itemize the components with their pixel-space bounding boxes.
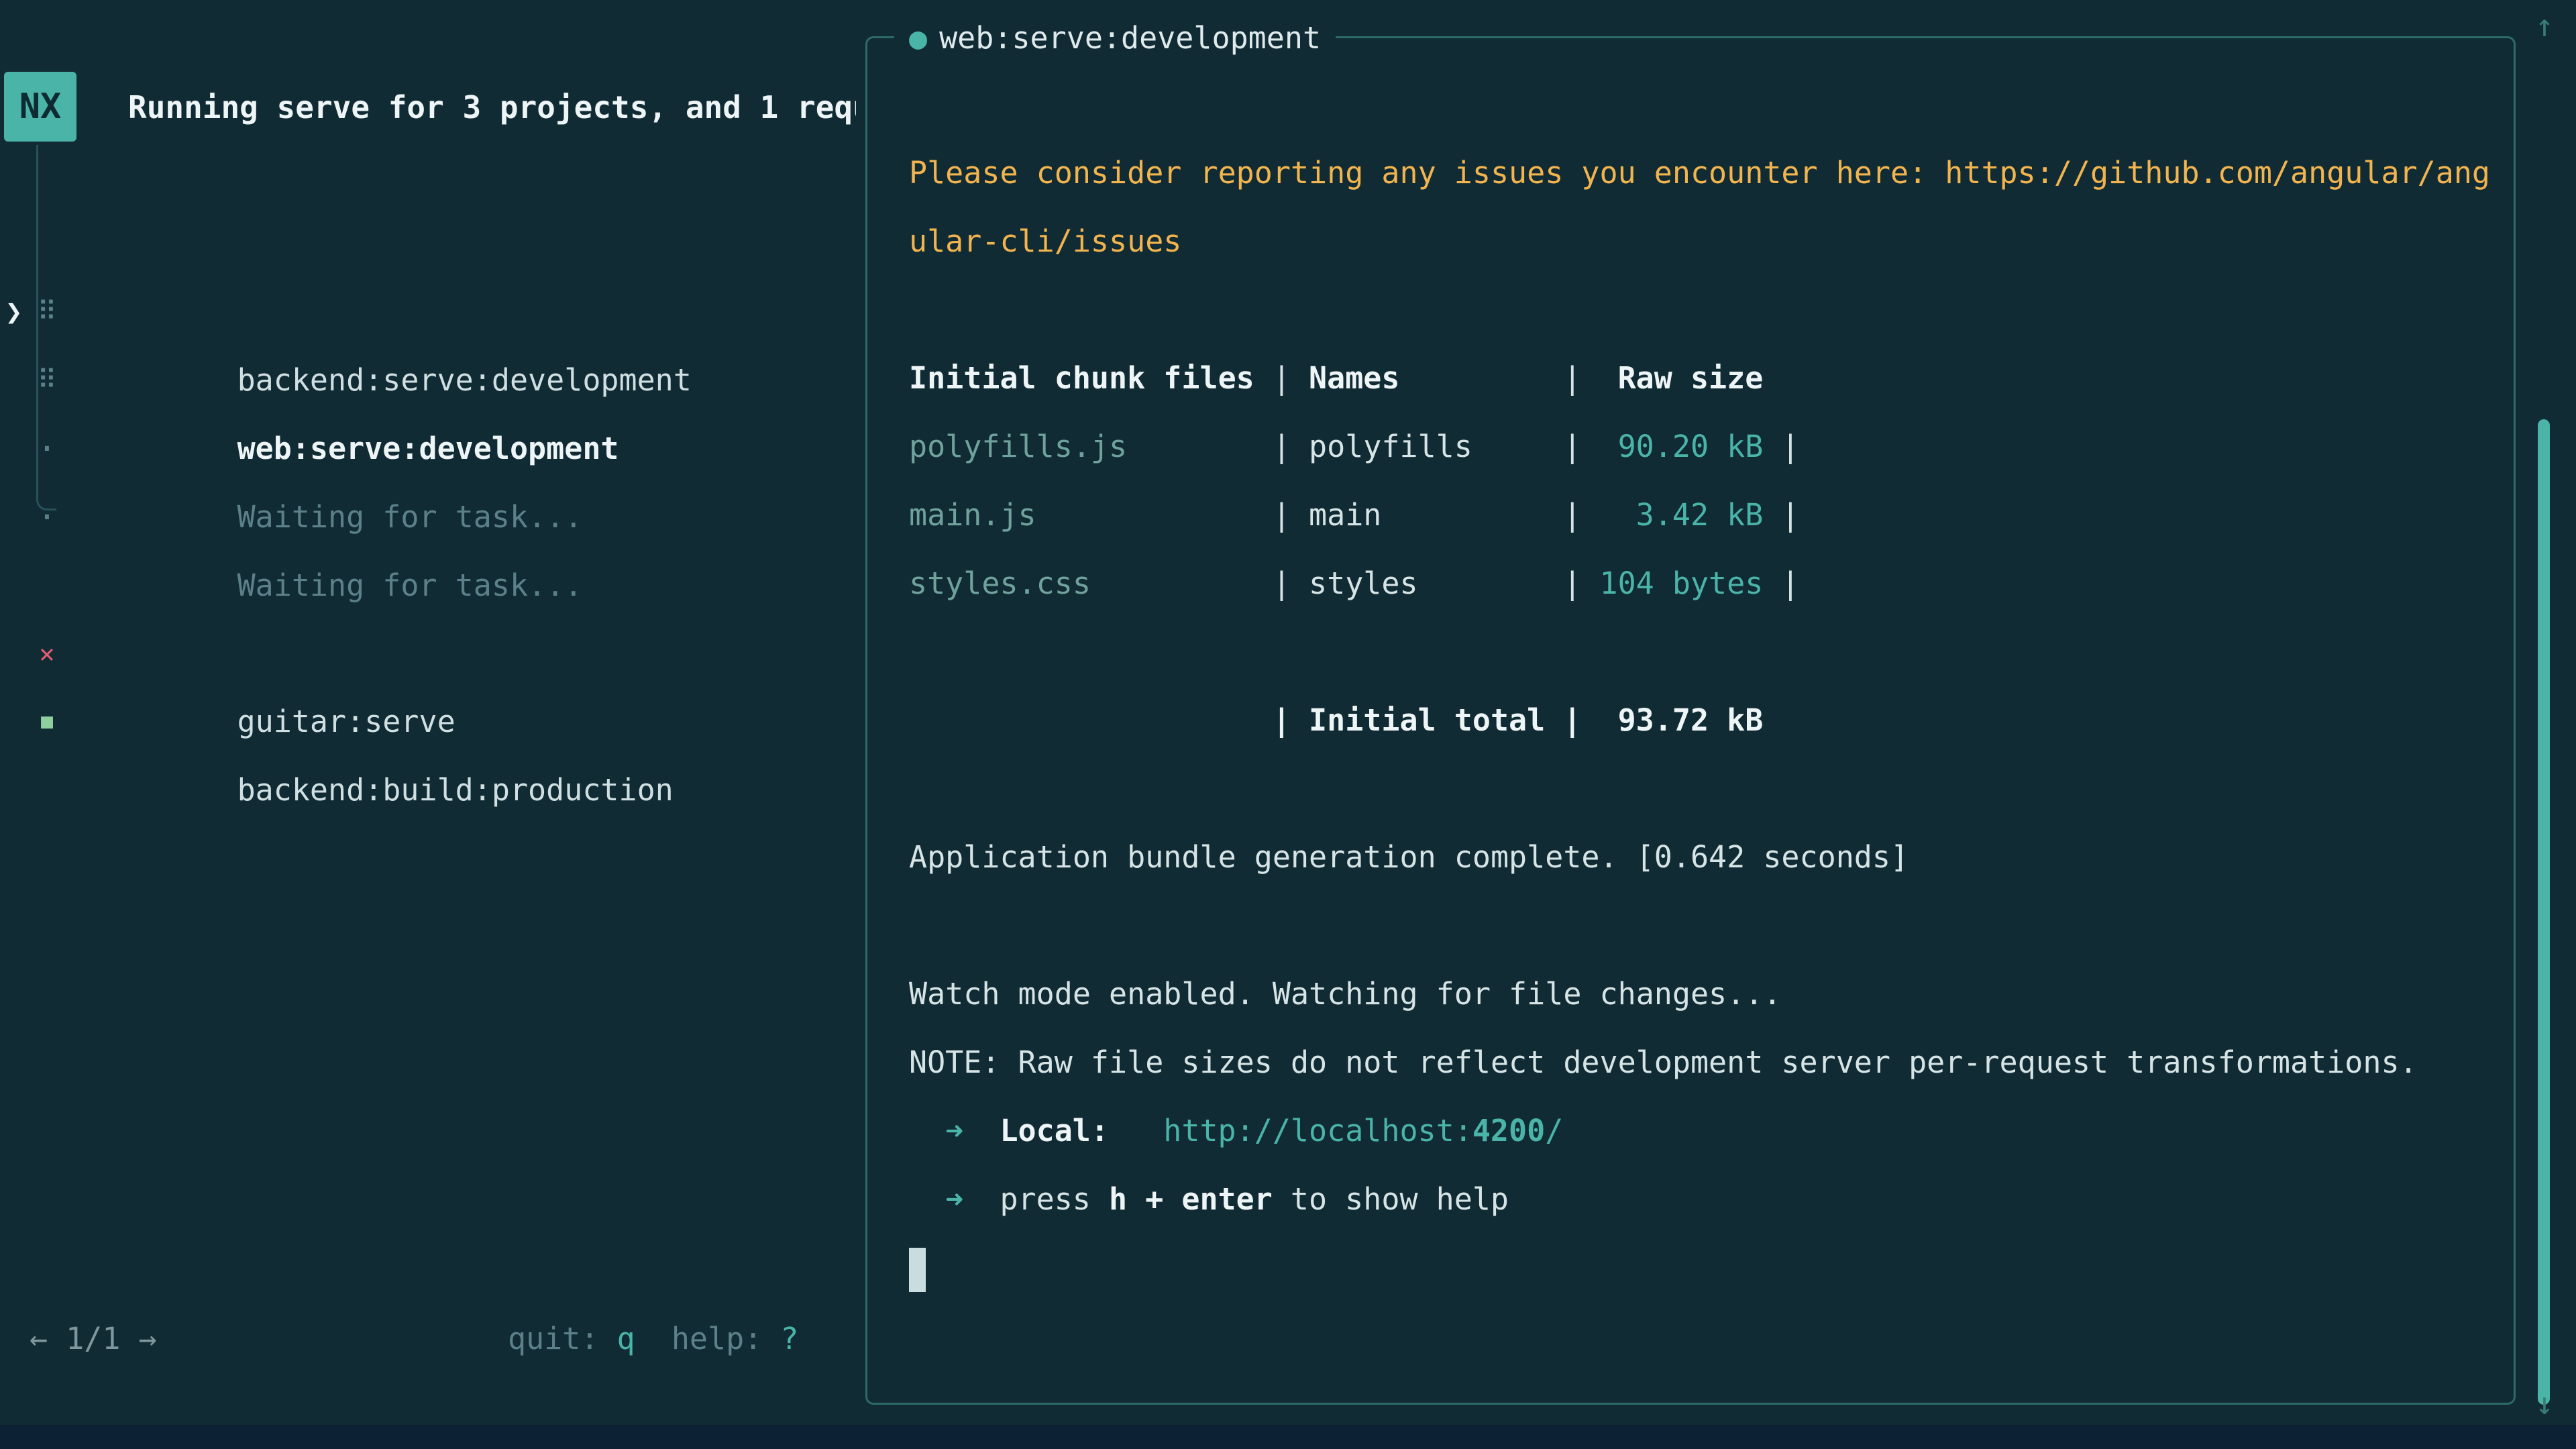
running-dot-icon: ● <box>909 20 927 56</box>
pending-dot-icon: · <box>27 483 67 551</box>
blank-line <box>909 276 2472 344</box>
total-label: Initial total <box>1309 686 1545 755</box>
chunk-name: polyfills <box>1309 413 1545 481</box>
task-web-serve-development[interactable]: ⠿ web:serve:development <box>0 278 859 346</box>
task-label: guitar:serve <box>237 704 455 739</box>
pager-page: 1/1 <box>66 1321 120 1356</box>
task-label: Waiting for task... <box>237 499 583 535</box>
pipe: | <box>1545 566 1599 601</box>
total-size: 93.72 kB <box>1600 686 1764 755</box>
localhost-link[interactable]: http://localhost:4200/ <box>1163 1113 1563 1148</box>
chunk-name: styles <box>1309 549 1545 618</box>
scroll-up-icon[interactable]: ↑ <box>2528 5 2561 46</box>
task-backend-build-production[interactable]: ■ backend:build:production <box>0 619 859 688</box>
scroll-down-icon[interactable]: ↓ <box>2528 1383 2561 1424</box>
pipe: | <box>1254 497 1309 533</box>
table-header: Initial chunk files | Names | Raw size <box>909 344 2472 413</box>
panel-title: ● web:serve:development <box>894 17 1336 60</box>
pipe: | <box>1254 702 1309 738</box>
scrollbar-thumb[interactable] <box>2538 419 2550 1405</box>
local-url-line: ➜ Local: http://localhost:4200/ <box>909 1097 2472 1165</box>
task-label: backend:build:production <box>237 772 674 808</box>
quit-key: q <box>617 1321 635 1356</box>
table-row: polyfills.js | polyfills | 90.20 kB | <box>909 413 2472 481</box>
arrow-icon: ➜ <box>945 1181 963 1217</box>
cursor-line <box>909 1234 2472 1302</box>
help-keys: h + enter <box>1109 1181 1273 1217</box>
pager-prev-icon[interactable]: ← <box>30 1321 48 1356</box>
pipe: | <box>1545 360 1599 396</box>
bundle-complete-line: Application bundle generation complete. … <box>909 823 2472 892</box>
task-waiting-1[interactable]: · Waiting for task... <box>0 346 859 415</box>
help-key: ? <box>780 1321 798 1356</box>
help-hint-line: ➜ press h + enter to show help <box>909 1165 2472 1234</box>
col-names: Names <box>1309 344 1545 413</box>
task-list-secondary: ✕ guitar:serve ■ backend:build:productio… <box>0 551 859 688</box>
app-title: Running serve for 3 projects, and 1 requ <box>128 87 856 128</box>
chunk-size: 90.20 kB <box>1600 413 1764 481</box>
table-row: styles.css | styles | 104 bytes | <box>909 549 2472 618</box>
pipe: | <box>1254 360 1309 396</box>
keyboard-shortcuts: quit: q help:? <box>508 1305 798 1373</box>
notice-line-2: ular-cli/issues <box>909 207 2472 276</box>
blank-line <box>909 618 2472 686</box>
help-rest: to show help <box>1291 1181 1509 1217</box>
task-list: ⠿ backend:serve:development ⠿ web:serve:… <box>0 209 859 483</box>
blank-line <box>909 892 2472 960</box>
url-port: 4200 <box>1472 1113 1545 1148</box>
quit-label: quit: <box>508 1321 598 1356</box>
task-guitar-serve[interactable]: ✕ guitar:serve <box>0 551 859 619</box>
watch-mode-line: Watch mode enabled. Watching for file ch… <box>909 960 2472 1028</box>
chunk-file: polyfills.js <box>909 413 1254 481</box>
note-line: NOTE: Raw file sizes do not reflect deve… <box>909 1028 2472 1097</box>
panel-title-text: web:serve:development <box>939 20 1321 56</box>
press-text: press <box>1000 1181 1090 1217</box>
help-label: help: <box>672 1321 762 1356</box>
url-prefix: http://localhost: <box>1163 1113 1472 1148</box>
col-chunk-files: Initial chunk files <box>909 344 1254 413</box>
arrow-icon: ➜ <box>945 1113 963 1148</box>
nx-terminal-ui: NX Running serve for 3 projects, and 1 r… <box>0 0 2576 1449</box>
pipe: | <box>1763 429 1799 464</box>
terminal-output: Please consider reporting any issues you… <box>867 38 2514 1302</box>
pipe: | <box>1254 566 1309 601</box>
blank-line <box>909 755 2472 823</box>
pipe: | <box>1763 566 1799 601</box>
task-backend-serve-development[interactable]: ⠿ backend:serve:development <box>0 209 859 278</box>
chunk-size: 104 bytes <box>1600 549 1764 618</box>
pager: ← 1/1 → <box>30 1305 157 1373</box>
task-waiting-2[interactable]: · Waiting for task... <box>0 415 859 483</box>
pager-next-icon[interactable]: → <box>139 1321 157 1356</box>
pipe: | <box>1763 497 1799 533</box>
chunk-size: 3.42 kB <box>1600 481 1764 549</box>
pipe: | <box>1545 429 1599 464</box>
terminal-cursor <box>909 1248 926 1292</box>
local-label: Local: <box>1000 1113 1109 1148</box>
table-row: main.js | main | 3.42 kB | <box>909 481 2472 549</box>
pipe: | <box>1545 702 1599 738</box>
pipe: | <box>1545 497 1599 533</box>
col-raw-size: Raw size <box>1600 344 1764 413</box>
table-total-row: | Initial total | 93.72 kB <box>909 686 2472 755</box>
chunk-file: styles.css <box>909 549 1254 618</box>
pipe: | <box>1254 429 1309 464</box>
chunk-file: main.js <box>909 481 1254 549</box>
chunk-name: main <box>1309 481 1545 549</box>
notice-line-1: Please consider reporting any issues you… <box>909 139 2472 207</box>
window-bottom-strip <box>0 1425 2576 1449</box>
output-panel: ●web:serve:development Please consider r… <box>865 36 2516 1405</box>
success-square-icon: ■ <box>27 688 67 756</box>
url-suffix: / <box>1545 1113 1563 1148</box>
nx-logo: NX <box>4 72 76 142</box>
